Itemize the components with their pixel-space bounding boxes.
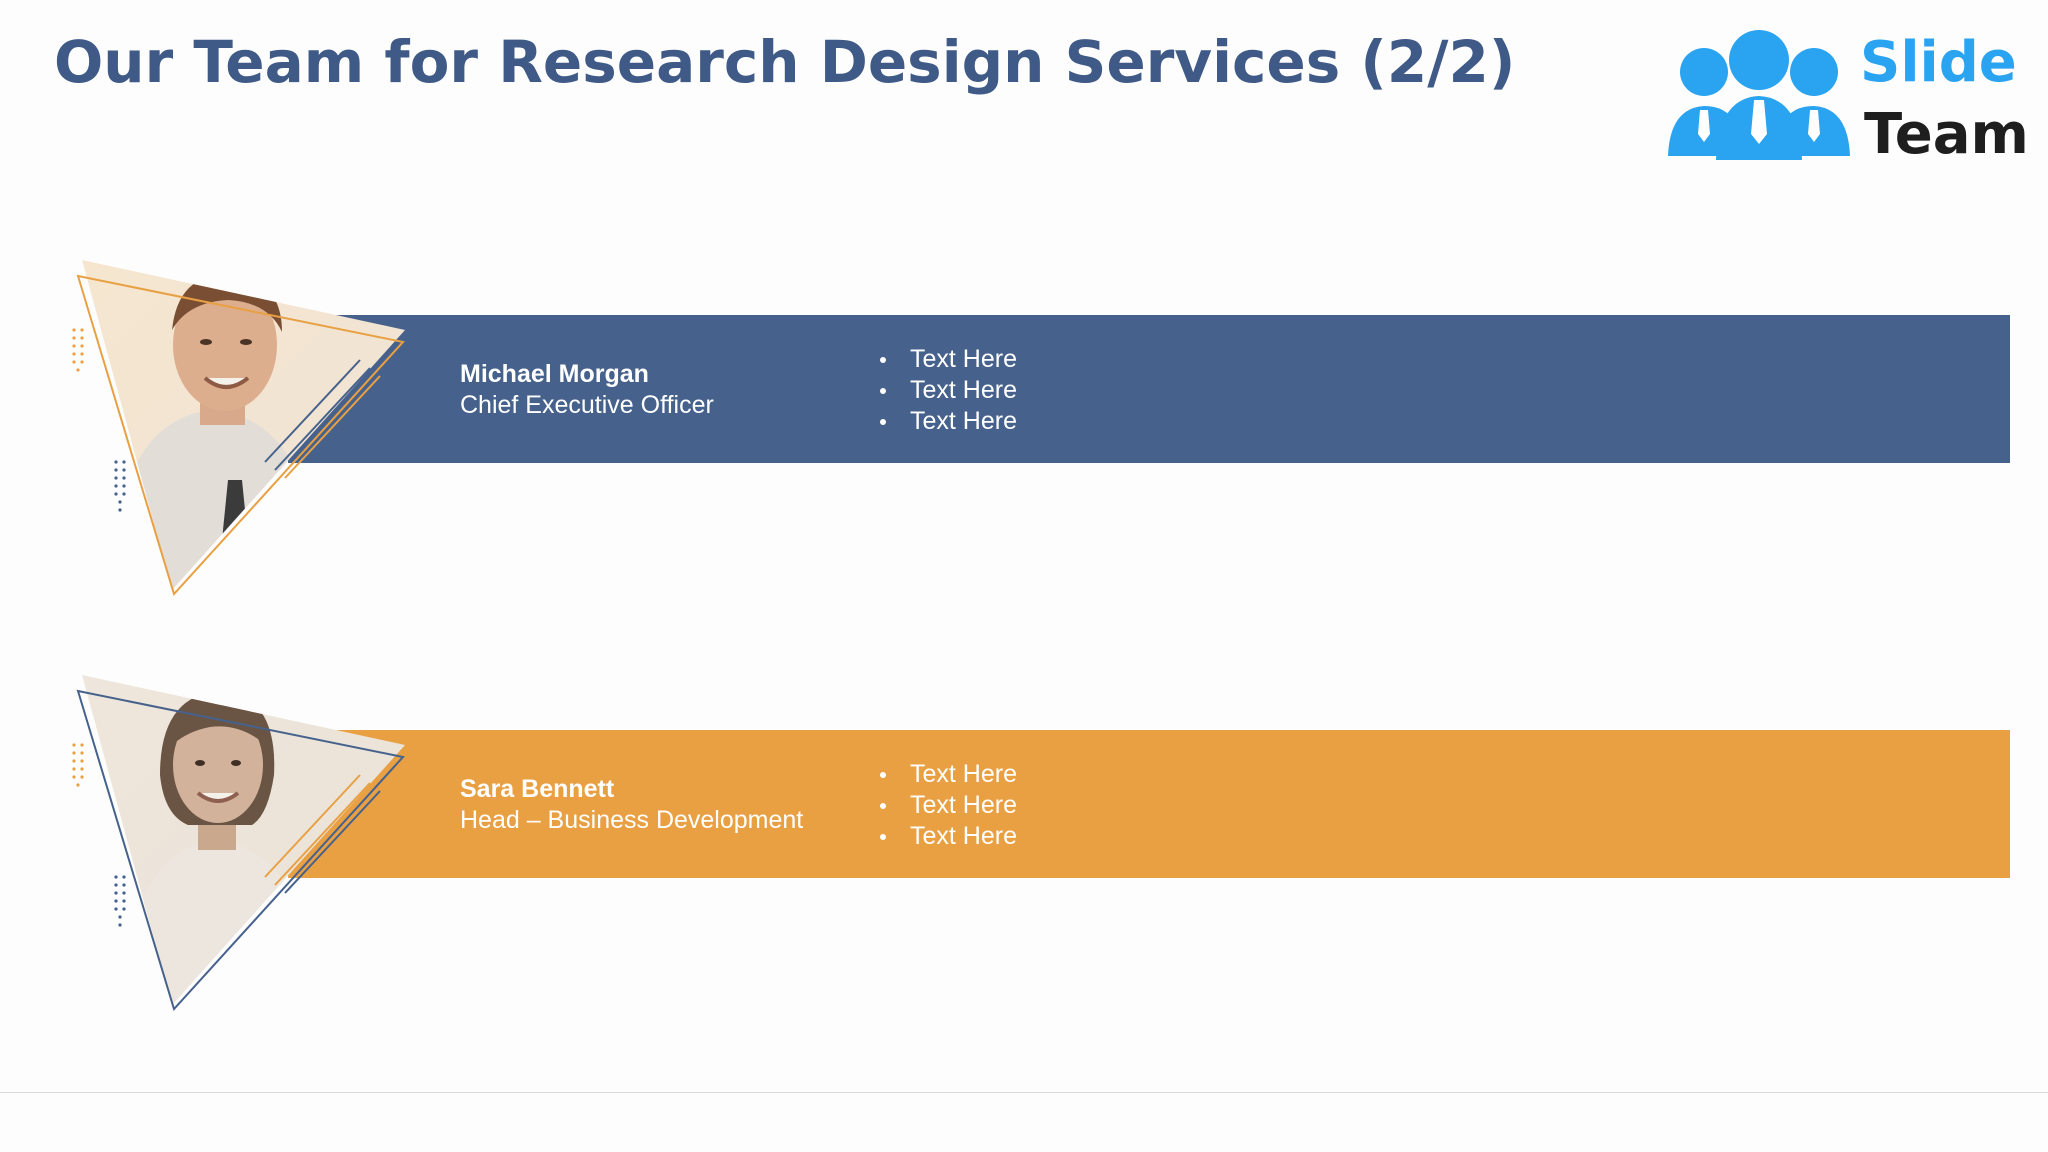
logo-text-team: Team bbox=[1864, 102, 2029, 167]
slideteam-logo: Slide Team bbox=[1664, 26, 2029, 167]
logo-text-slide: Slide bbox=[1860, 30, 2017, 95]
bullet-item: Text Here bbox=[878, 406, 1017, 437]
member-name: Michael Morgan bbox=[460, 360, 649, 388]
bullet-item: Text Here bbox=[878, 759, 1017, 790]
member-info-1: Michael Morgan Chief Executive Officer bbox=[460, 359, 714, 421]
slide-title: Our Team for Research Design Services (2… bbox=[54, 28, 1516, 96]
member-role: Head – Business Development bbox=[460, 806, 804, 834]
member-role: Chief Executive Officer bbox=[460, 391, 714, 419]
member-photo-1 bbox=[72, 260, 405, 596]
bullet-item: Text Here bbox=[878, 790, 1017, 821]
member-name: Sara Bennett bbox=[460, 775, 615, 803]
member-bullets-2: Text Here Text Here Text Here bbox=[878, 759, 1017, 852]
bullet-item: Text Here bbox=[878, 344, 1017, 375]
footer-divider bbox=[0, 1092, 2048, 1093]
member-bullets-1: Text Here Text Here Text Here bbox=[878, 344, 1017, 437]
member-photo-2 bbox=[72, 675, 405, 1011]
team-people-icon bbox=[1668, 30, 1850, 160]
bullet-item: Text Here bbox=[878, 375, 1017, 406]
member-info-2: Sara Bennett Head – Business Development bbox=[460, 774, 803, 836]
slide-canvas: Our Team for Research Design Services (2… bbox=[0, 0, 2048, 1152]
bullet-item: Text Here bbox=[878, 821, 1017, 852]
